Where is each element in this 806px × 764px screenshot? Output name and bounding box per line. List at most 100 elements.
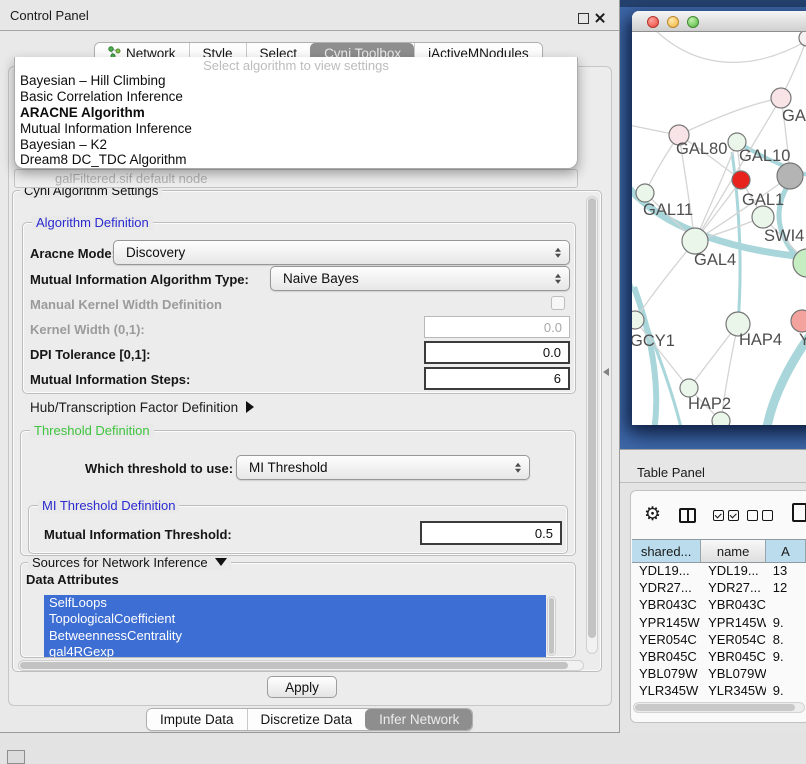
node-label: HAP2 [688,395,731,413]
minimize-traffic-light-icon[interactable] [667,16,679,28]
network-window: GALGAL80GAL10GAL1GAL11SWI4GAL4GCY1HAP4YH… [632,11,806,425]
mi-steps-label: Mutual Information Steps: [30,372,190,387]
bottom-tab-impute-data[interactable]: Impute Data [147,709,247,730]
table-cell: YLR345W [632,683,701,698]
algorithm-option-bayesian-k2[interactable]: Bayesian – K2 [15,137,577,153]
aracne-mode-value: Discovery [126,245,185,260]
node-label: GAL1 [742,191,784,209]
apply-button[interactable]: Apply [267,676,337,698]
network-edge[interactable] [652,32,806,62]
network-canvas[interactable]: GALGAL80GAL10GAL1GAL11SWI4GAL4GCY1HAP4YH… [632,32,806,425]
table-cell: 8. [766,632,806,647]
table-row[interactable]: YPR145WYPR145W9. [632,614,806,631]
mi-type-label: Mutual Information Algorithm Type: [30,272,249,287]
mi-type-combo[interactable]: Naive Bayes [270,266,570,291]
table-cell: YBR045C [632,649,701,664]
network-node[interactable] [632,311,644,329]
table-row[interactable]: YBL079WYBL079W [632,665,806,682]
data-attributes-list: SelfLoopsTopologicalCoefficientBetweenne… [44,595,546,657]
table-cell: YDL19... [632,563,701,578]
attribute-list-scrollbar[interactable] [547,596,556,656]
node-label: GAL [782,107,806,125]
network-node[interactable] [712,412,730,425]
table-cell: YER054C [632,632,701,647]
node-label: GAL11 [643,201,693,219]
which-threshold-combo[interactable]: MI Threshold [236,455,530,480]
settings-gear-icon[interactable]: ⚙ [644,505,661,524]
table-row[interactable]: YDR27...YDR27...12 [632,579,806,596]
network-node[interactable] [636,184,654,202]
close-icon[interactable] [594,12,606,24]
mi-threshold-field[interactable]: 0.5 [420,521,562,545]
table-row[interactable]: YBR043CYBR043C [632,596,806,613]
zoom-traffic-light-icon[interactable] [687,16,699,28]
bottom-tab-infer-network[interactable]: Infer Network [365,709,472,730]
table-cell: YDL19... [701,563,766,578]
network-graph[interactable]: GALGAL80GAL10GAL1GAL11SWI4GAL4GCY1HAP4YH… [632,32,806,425]
close-traffic-light-icon[interactable] [647,16,659,28]
which-threshold-value: MI Threshold [249,460,328,475]
attribute-item-betweennesscentrality[interactable]: BetweennessCentrality [44,628,546,644]
table-horizontal-scrollbar[interactable] [633,702,805,713]
network-edge[interactable] [634,287,656,425]
panel-collapse-arrow-icon[interactable] [603,368,609,376]
unselect-all-columns-icon[interactable] [747,510,773,521]
hub-section-toggle[interactable]: Hub/Transcription Factor Definition [30,400,254,415]
new-table-icon[interactable] [792,503,806,522]
column-header-shared[interactable]: shared... [632,540,701,562]
network-node[interactable] [777,163,803,189]
table-cell: YDR27... [632,580,701,595]
attribute-item-selfloops[interactable]: SelfLoops [44,595,546,611]
algorithm-option-mutual-information-inference[interactable]: Mutual Information Inference [15,121,577,137]
kernel-width-field[interactable]: 0.0 [424,316,570,338]
algorithm-option-aracne-algorithm[interactable]: ARACNE Algorithm [15,105,577,121]
algorithm-option-bayesian-hill-climbing[interactable]: Bayesian – Hill Climbing [15,73,577,89]
aracne-mode-combo[interactable]: Discovery [113,240,570,265]
float-window-icon[interactable] [578,13,589,24]
table-cell: YPR145W [701,615,766,630]
stepper-arrows-icon [555,273,561,284]
bottom-tab-discretize-data[interactable]: Discretize Data [247,709,366,730]
algorithm-option-dream8-dc-tdc-algorithm[interactable]: Dream8 DC_TDC Algorithm [15,152,577,168]
dpi-tolerance-field[interactable]: 0.0 [424,341,570,364]
sources-toggle[interactable]: Sources for Network Inference [28,556,231,570]
table-rows: YDL19...YDL19...13YDR27...YDR27...12YBR0… [632,562,806,701]
network-edge[interactable] [635,320,689,388]
table-cell: 13 [766,563,806,578]
network-edge[interactable] [679,98,781,135]
which-threshold-label: Which threshold to use: [85,461,233,476]
network-node[interactable] [771,88,791,108]
table-panel-titlebar: Table Panel [620,450,806,483]
table-row[interactable]: YBR045CYBR045C9. [632,648,806,665]
select-all-columns-icon[interactable] [713,510,739,521]
network-node[interactable] [791,310,806,332]
mi-steps-field[interactable]: 6 [424,367,570,390]
column-header-name[interactable]: name [701,540,766,562]
control-panel-titlebar: Control Panel [0,0,619,31]
settings-vertical-scrollbar[interactable] [586,196,598,654]
table-cell: YDR27... [701,580,766,595]
algorithm-option-basic-correlation-inference[interactable]: Basic Correlation Inference [15,89,577,105]
aracne-mode-label: Aracne Mode: [30,246,116,261]
table-row[interactable]: YER054CYER054C8. [632,631,806,648]
node-label: HAP4 [739,331,782,349]
attribute-item-gal4rgexp[interactable]: gal4RGexp [44,644,546,657]
network-selector-combo[interactable]: galFiltered.sif default node [14,169,578,188]
network-node[interactable] [732,171,750,189]
table-row[interactable]: YIL052CYIL052C9 [632,700,806,702]
node-label: GAL10 [739,147,790,165]
network-node[interactable] [752,206,774,228]
attribute-item-topologicalcoefficient[interactable]: TopologicalCoefficient [44,611,546,627]
column-header-a[interactable]: A [766,540,806,562]
table-row[interactable]: YLR345WYLR345W9. [632,682,806,699]
bottom-strip [0,733,806,762]
hub-section-label: Hub/Transcription Factor Definition [30,400,238,415]
stepper-arrows-icon [515,462,521,473]
mi-threshold-label: Mutual Information Threshold: [44,527,232,542]
table-row[interactable]: YDL19...YDL19...13 [632,562,806,579]
algorithm-options-list: Bayesian – Hill ClimbingBasic Correlatio… [15,73,577,168]
settings-horizontal-scrollbar[interactable] [18,660,584,671]
algorithm-dropdown-popup: Select algorithm to view settings Bayesi… [14,57,578,169]
columns-icon[interactable] [679,508,696,523]
manual-kernel-checkbox[interactable] [551,296,565,310]
